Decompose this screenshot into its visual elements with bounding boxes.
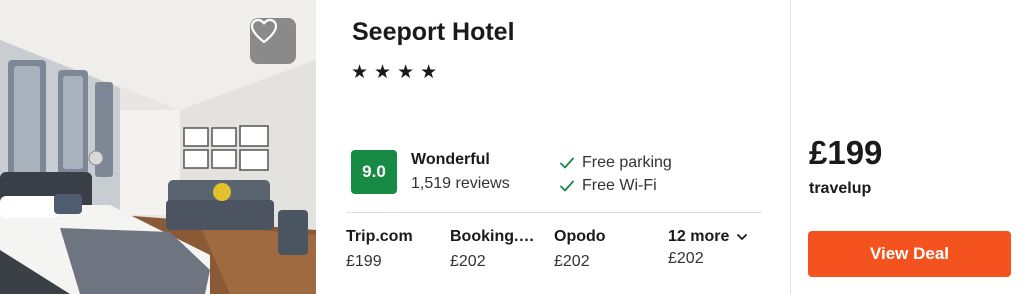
heart-outline-icon: [250, 18, 278, 44]
star-rating: ★ ★ ★ ★: [351, 63, 437, 82]
chevron-down-icon: [737, 233, 748, 240]
star-icon: ★: [351, 62, 369, 83]
rating-score-badge: 9.0: [351, 150, 397, 194]
hotel-name[interactable]: Seeport Hotel: [352, 18, 515, 47]
amenity-free-wifi: Free Wi-Fi: [560, 177, 657, 195]
provider-price: £202: [554, 253, 590, 270]
star-icon: ★: [374, 62, 392, 83]
hotel-photo[interactable]: [0, 0, 316, 294]
amenity-label: Free parking: [582, 154, 672, 171]
more-providers: 12 more £202: [668, 228, 748, 268]
review-count[interactable]: 1,519 reviews: [411, 175, 510, 193]
provider-name: Opodo: [554, 228, 606, 245]
deal-price: £199: [809, 134, 883, 171]
view-deal-button[interactable]: View Deal: [808, 231, 1011, 277]
provider-price: £199: [346, 253, 382, 270]
star-icon: ★: [397, 62, 415, 83]
check-icon: [560, 157, 574, 169]
hotel-result-card: Seeport Hotel ★ ★ ★ ★ 9.0 Wonderful 1,51…: [0, 0, 1024, 294]
provider-booking[interactable]: Booking.… £202: [450, 228, 534, 271]
provider-trip-com[interactable]: Trip.com £199: [346, 228, 413, 271]
amenity-free-parking: Free parking: [560, 154, 672, 172]
check-icon: [560, 180, 574, 192]
provider-price: £202: [450, 253, 486, 270]
deal-panel: £199 travelup View Deal: [791, 0, 1024, 294]
provider-name: Trip.com: [346, 228, 413, 245]
deal-provider: travelup: [809, 180, 872, 197]
provider-opodo[interactable]: Opodo £202: [554, 228, 606, 271]
more-providers-price: £202: [668, 250, 704, 267]
favorite-button[interactable]: [250, 18, 296, 64]
provider-name: Booking.…: [450, 228, 535, 245]
hotel-info: Seeport Hotel ★ ★ ★ ★ 9.0 Wonderful 1,51…: [316, 0, 790, 294]
divider: [346, 212, 762, 213]
rating-label: Wonderful: [411, 151, 490, 168]
star-icon: ★: [420, 62, 438, 83]
amenity-label: Free Wi-Fi: [582, 177, 657, 194]
more-providers-label: 12 more: [668, 228, 730, 245]
more-providers-button[interactable]: 12 more: [668, 228, 748, 246]
